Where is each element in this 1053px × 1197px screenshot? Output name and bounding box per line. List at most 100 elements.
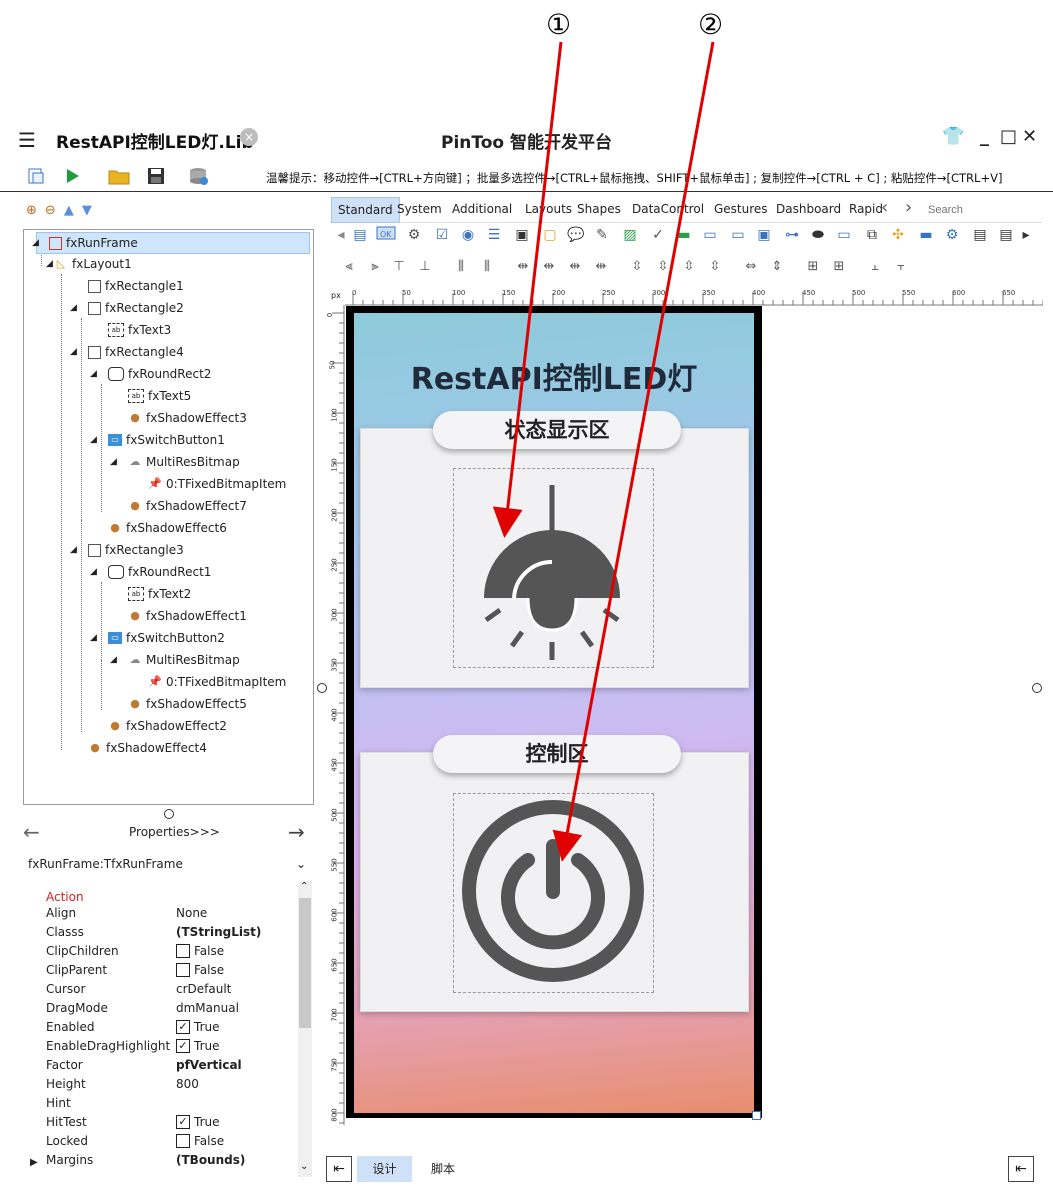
database-icon[interactable]	[187, 165, 211, 187]
same-width-icon[interactable]: ⇔	[742, 258, 760, 276]
tab-standard[interactable]: Standard	[331, 197, 400, 223]
palette-item-icon[interactable]: ⧉	[862, 225, 882, 245]
property-value[interactable]: False	[176, 944, 224, 958]
skin-icon[interactable]: 👕	[942, 126, 964, 147]
checkbox-icon[interactable]: ✓	[176, 1020, 190, 1034]
expand-icon[interactable]: ◢	[90, 633, 97, 643]
checkbox-icon[interactable]	[176, 963, 190, 977]
palette-item-icon[interactable]: 💬	[566, 225, 586, 245]
tab-dashboard[interactable]: Dashboard	[770, 197, 847, 221]
space-horiz-icon[interactable]: ⇹	[540, 258, 558, 276]
tab-shapes[interactable]: Shapes	[571, 197, 627, 221]
align-left-icon[interactable]: ⫷	[340, 258, 358, 276]
tree-node[interactable]: ◢ ◺ fxLayout1	[46, 254, 132, 274]
tree-node[interactable]: ● fxShadowEffect4	[88, 738, 207, 758]
tree-node[interactable]: ◢ fxRoundRect2	[90, 364, 211, 384]
align-bottom-icon[interactable]: ⊥	[416, 258, 434, 276]
checkbox-icon[interactable]: ✓	[176, 1039, 190, 1053]
palette-item-icon[interactable]: ▤	[350, 225, 370, 245]
move-up-icon[interactable]: ▲	[64, 203, 74, 218]
tab-additional[interactable]: Additional	[446, 197, 518, 221]
search-input[interactable]	[926, 199, 1020, 221]
expand-icon[interactable]: ◢	[70, 303, 77, 313]
tabs-prev-icon[interactable]: ‹	[881, 197, 888, 218]
property-value[interactable]: False	[176, 963, 224, 977]
palette-item-icon[interactable]: ▭	[834, 225, 854, 245]
move-down-icon[interactable]: ▼	[82, 203, 92, 218]
splitter-handle[interactable]	[164, 809, 174, 819]
expand-icon[interactable]: ◢	[90, 567, 97, 577]
tab-design[interactable]: 设计	[357, 1156, 412, 1182]
property-value[interactable]: None	[176, 906, 207, 920]
properties-nav[interactable]: Properties>>>	[129, 825, 220, 839]
tree-node[interactable]: ● fxShadowEffect7	[128, 496, 247, 516]
space-horiz-icon[interactable]: ⇹	[514, 258, 532, 276]
property-value[interactable]: ✓ True	[176, 1020, 220, 1034]
splitter-handle[interactable]	[317, 683, 327, 693]
palette-item-icon[interactable]: ▨	[620, 225, 640, 245]
palette-item-icon[interactable]: ▤	[996, 225, 1016, 245]
palette-item-icon[interactable]: ▬	[916, 225, 936, 245]
expand-icon[interactable]: ◢	[32, 238, 39, 248]
object-selector[interactable]: fxRunFrame:TfxRunFrame	[28, 857, 183, 871]
checkbox-icon[interactable]: ✓	[176, 1115, 190, 1129]
expand-icon[interactable]: ◢	[46, 259, 53, 269]
tree-node[interactable]: ● fxShadowEffect2	[108, 716, 227, 736]
palette-left-icon[interactable]: ◂	[331, 225, 351, 245]
tabs-next-icon[interactable]: ›	[905, 197, 912, 218]
save-icon[interactable]	[144, 165, 168, 187]
center-vert-icon[interactable]: ⊞	[830, 258, 848, 276]
property-value[interactable]: (TBounds)	[176, 1153, 245, 1167]
same-height-icon[interactable]: ⇕	[768, 258, 786, 276]
component-tree[interactable]: ◢ fxRunFrame ◢ ◺ fxLayout1 fxRectangle1 …	[23, 229, 314, 805]
minimize-button[interactable]: _	[980, 126, 989, 147]
prev-arrow-icon[interactable]: ←	[23, 820, 40, 844]
remove-node-icon[interactable]: ⊖	[45, 203, 56, 218]
tree-node[interactable]: ◢ fxRectangle4	[70, 342, 184, 362]
tree-node[interactable]: 📌 0:TFixedBitmapItem	[148, 474, 286, 494]
expand-icon[interactable]: ▶	[30, 1157, 38, 1168]
tab-datacontrol[interactable]: DataControl	[626, 197, 710, 221]
palette-item-icon[interactable]: ⬬	[808, 225, 828, 245]
space-vert-icon[interactable]: ⇳	[654, 258, 672, 276]
palette-item-icon[interactable]: ▤	[970, 225, 990, 245]
property-value[interactable]: ✓ True	[176, 1039, 220, 1053]
palette-item-icon[interactable]: ▢	[540, 225, 560, 245]
new-project-icon[interactable]	[24, 165, 48, 187]
checkbox-icon[interactable]	[176, 1134, 190, 1148]
space-vert-icon[interactable]: ⇳	[680, 258, 698, 276]
palette-item-icon[interactable]: ▭	[700, 225, 720, 245]
space-horiz-icon[interactable]: ⇹	[566, 258, 584, 276]
resize-handle[interactable]	[752, 1111, 761, 1120]
palette-item-icon[interactable]: ▣	[754, 225, 774, 245]
collapse-right-icon[interactable]: ⇤	[1008, 1156, 1034, 1182]
scrollbar-thumb[interactable]	[299, 898, 311, 1028]
power-icon[interactable]	[458, 798, 648, 988]
next-arrow-icon[interactable]: →	[288, 820, 305, 844]
tree-node[interactable]: ◢ fxRectangle3	[70, 540, 184, 560]
tree-node-fxrunframe[interactable]: ◢ fxRunFrame	[32, 232, 310, 254]
send-back-icon[interactable]: ⫟	[892, 258, 910, 276]
open-folder-icon[interactable]	[107, 165, 131, 187]
property-value[interactable]: pfVertical	[176, 1058, 242, 1072]
property-value[interactable]: False	[176, 1134, 224, 1148]
collapse-left-icon[interactable]: ⇤	[326, 1156, 352, 1182]
scroll-down-icon[interactable]: ⌄	[300, 1161, 308, 1172]
palette-item-icon[interactable]: ▬	[674, 225, 694, 245]
expand-icon[interactable]: ◢	[70, 545, 77, 555]
palette-item-icon[interactable]: ✣	[888, 225, 908, 245]
tree-node[interactable]: ab fxText2	[128, 584, 191, 604]
align-right-icon[interactable]: ⫸	[366, 258, 384, 276]
palette-item-icon[interactable]: ⊶	[782, 225, 802, 245]
palette-item-icon[interactable]: ⚙	[942, 225, 962, 245]
property-value[interactable]: ✓ True	[176, 1115, 220, 1129]
palette-item-icon[interactable]: ◉	[458, 225, 478, 245]
tree-node[interactable]: ◢ fxRectangle2	[70, 298, 184, 318]
tree-node[interactable]: ● fxShadowEffect1	[128, 606, 247, 626]
tree-node[interactable]: ab fxText5	[128, 386, 191, 406]
expand-icon[interactable]: ◢	[70, 347, 77, 357]
splitter-handle[interactable]	[1032, 683, 1042, 693]
palette-item-icon[interactable]: ▣	[512, 225, 532, 245]
property-value[interactable]: dmManual	[176, 1001, 239, 1015]
align-top-icon[interactable]: ⊤	[390, 258, 408, 276]
